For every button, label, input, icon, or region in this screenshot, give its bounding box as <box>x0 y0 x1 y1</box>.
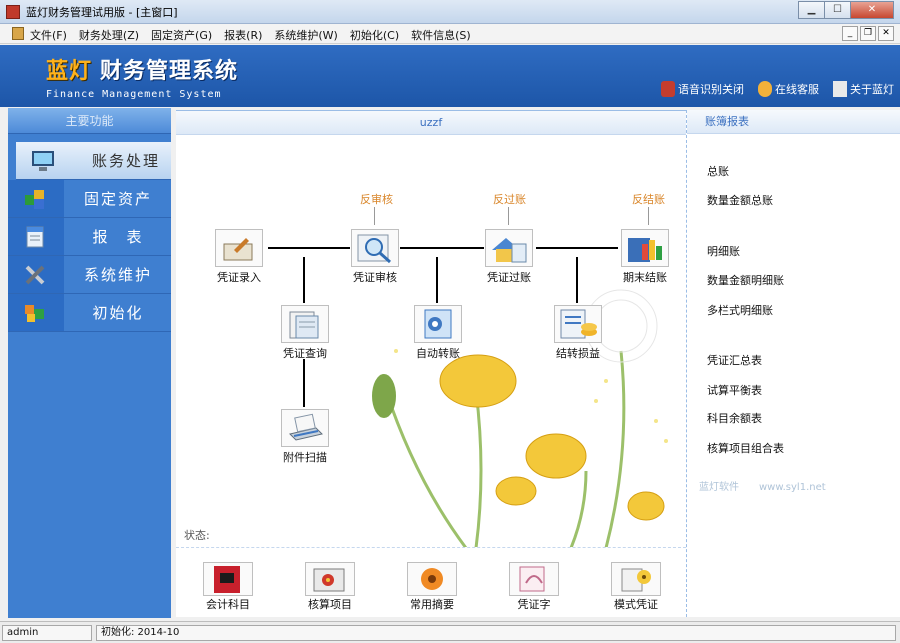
header-banner: 蓝灯 财务管理系统 Finance Management System 语音识别… <box>0 45 900 107</box>
voice-toggle-link[interactable]: 语音识别关闭 <box>661 81 744 97</box>
template-voucher-button[interactable]: 模式凭证 <box>610 562 662 612</box>
voucher-type-icon <box>519 566 545 592</box>
close-books-icon <box>628 238 662 262</box>
vendor-footer: 蓝灯软件 www.syl1.net <box>699 482 826 493</box>
brand-subtitle: Finance Management System <box>46 89 222 100</box>
home-icon <box>833 81 847 97</box>
reverse-connector <box>648 207 649 225</box>
close-button[interactable]: ✕ <box>850 1 894 19</box>
unaudit-link[interactable]: 反审核 <box>360 191 393 207</box>
post-ledger-icon <box>492 238 527 263</box>
menu-initialize[interactable]: 初始化(C) <box>350 27 399 43</box>
flow-connector <box>303 257 305 303</box>
sidebar-item-maintenance[interactable]: 系统维护 <box>8 256 171 294</box>
report-link-trial-balance[interactable]: 试算平衡表 <box>707 382 762 398</box>
scanner-icon <box>289 413 323 441</box>
tools-icon <box>25 265 45 284</box>
accounting-items-button[interactable]: 核算项目 <box>304 562 356 612</box>
window-title: 蓝灯财务管理试用版 - [主窗口] <box>26 6 178 19</box>
unpost-link[interactable]: 反过账 <box>493 191 526 207</box>
common-summary-button[interactable]: 常用摘要 <box>406 562 458 612</box>
about-link[interactable]: 关于蓝灯 <box>833 81 894 97</box>
brand-name: 蓝灯 <box>46 59 93 84</box>
cubes-icon <box>25 189 44 209</box>
voucher-type-button[interactable]: 凭证字 <box>508 562 560 612</box>
period-close-button[interactable]: 期末结账 <box>620 229 670 285</box>
template-voucher-icon <box>621 568 651 592</box>
status-user: admin <box>2 625 92 641</box>
flower-icon <box>421 568 443 590</box>
menu-maintenance[interactable]: 系统维护(W) <box>274 27 337 43</box>
report-link-detail-ledger[interactable]: 明细账 <box>707 243 740 259</box>
unclose-link[interactable]: 反结账 <box>632 191 665 207</box>
app-icon <box>6 5 20 19</box>
profit-transfer-button[interactable]: 结转损益 <box>553 305 603 361</box>
sidebar-header: 主要功能 <box>8 108 171 134</box>
report-icon <box>26 226 44 247</box>
brand-product: 财务管理系统 <box>100 59 239 84</box>
voucher-post-button[interactable]: 凭证过账 <box>484 229 534 285</box>
monitor-icon <box>32 150 54 171</box>
report-link-qty-amount-detail[interactable]: 数量金额明细账 <box>707 272 784 288</box>
reverse-connector <box>508 207 509 225</box>
flow-connector <box>576 257 578 303</box>
reverse-connector <box>374 207 375 225</box>
sidebar-item-accounting[interactable]: 账务处理 <box>16 142 171 180</box>
menu-file[interactable]: 文件(F) <box>30 27 67 43</box>
report-link-account-balance[interactable]: 科目余额表 <box>707 410 762 426</box>
auto-transfer-icon <box>424 309 452 339</box>
voucher-entry-button[interactable]: 凭证录入 <box>214 229 264 285</box>
menu-fixed-assets[interactable]: 固定资产(G) <box>151 27 212 43</box>
sidebar-item-fixed-assets[interactable]: 固定资产 <box>8 180 171 218</box>
report-link-multi-column[interactable]: 多栏式明细账 <box>707 302 773 318</box>
flow-connector <box>400 247 484 249</box>
menu-reports[interactable]: 报表(R) <box>224 27 262 43</box>
dandelion-illustration <box>372 289 668 548</box>
support-person-icon <box>758 81 772 97</box>
menu-bar: 文件(F) 财务处理(Z) 固定资产(G) 报表(R) 系统维护(W) 初始化(… <box>0 24 900 44</box>
mdi-minimize-button[interactable]: _ <box>842 26 858 41</box>
menu-accounting[interactable]: 财务处理(Z) <box>79 27 139 43</box>
report-link-item-combination[interactable]: 核算项目组合表 <box>707 440 784 456</box>
mdi-restore-button[interactable]: ❐ <box>860 26 876 41</box>
status-bar: admin 初始化: 2014-10 <box>0 621 900 643</box>
status-label: 状态: <box>184 529 210 542</box>
document-icon[interactable] <box>12 27 24 40</box>
workflow-panel: uzzf 反审核 反过账 反结账 凭证录入 凭证审核 凭证过账 期末结账 凭证查… <box>176 110 686 548</box>
ledger-book-icon <box>214 566 240 593</box>
maximize-button[interactable]: ☐ <box>824 1 851 19</box>
bottom-toolbar: 会计科目 核算项目 常用摘要 凭证字 模式凭证 <box>176 547 686 617</box>
attachment-scan-button[interactable]: 附件扫描 <box>280 409 330 465</box>
chart-of-accounts-button[interactable]: 会计科目 <box>202 562 254 612</box>
report-link-general-ledger[interactable]: 总账 <box>707 163 729 179</box>
flow-connector <box>268 247 350 249</box>
minimize-button[interactable]: ▁ <box>798 1 825 19</box>
menu-software-info[interactable]: 软件信息(S) <box>411 27 471 43</box>
workflow-panel-header: uzzf <box>176 111 686 135</box>
online-support-link[interactable]: 在线客服 <box>758 81 819 97</box>
flow-connector <box>436 257 438 303</box>
profit-transfer-icon <box>560 309 597 339</box>
microphone-icon <box>661 81 675 97</box>
sidebar: 主要功能 账务处理 固定资产 报 表 系统维护 初始化 <box>8 108 171 618</box>
film-icon <box>313 568 345 592</box>
sidebar-item-reports[interactable]: 报 表 <box>8 218 171 256</box>
report-link-qty-amount-general[interactable]: 数量金额总账 <box>707 192 773 208</box>
query-icon <box>289 311 319 339</box>
magnifier-icon <box>357 234 392 264</box>
status-init-date: 初始化: 2014-10 <box>96 625 896 641</box>
title-bar: 蓝灯财务管理试用版 - [主窗口] ▁ ☐ ✕ <box>0 0 900 24</box>
voucher-query-button[interactable]: 凭证查询 <box>280 305 330 361</box>
mdi-close-button[interactable]: ✕ <box>878 26 894 41</box>
voucher-entry-icon <box>223 238 253 261</box>
flow-connector <box>303 359 305 407</box>
blocks-icon <box>25 304 44 322</box>
ledger-reports-header: 账簿报表 <box>687 110 900 134</box>
auto-transfer-button[interactable]: 自动转账 <box>413 305 463 361</box>
report-link-voucher-summary[interactable]: 凭证汇总表 <box>707 352 762 368</box>
flow-connector <box>536 247 618 249</box>
ledger-reports-panel: 账簿报表 总账 数量金额总账 明细账 数量金额明细账 多栏式明细账 凭证汇总表 … <box>686 110 900 617</box>
voucher-audit-button[interactable]: 凭证审核 <box>350 229 400 285</box>
sidebar-item-initialize[interactable]: 初始化 <box>8 294 171 332</box>
